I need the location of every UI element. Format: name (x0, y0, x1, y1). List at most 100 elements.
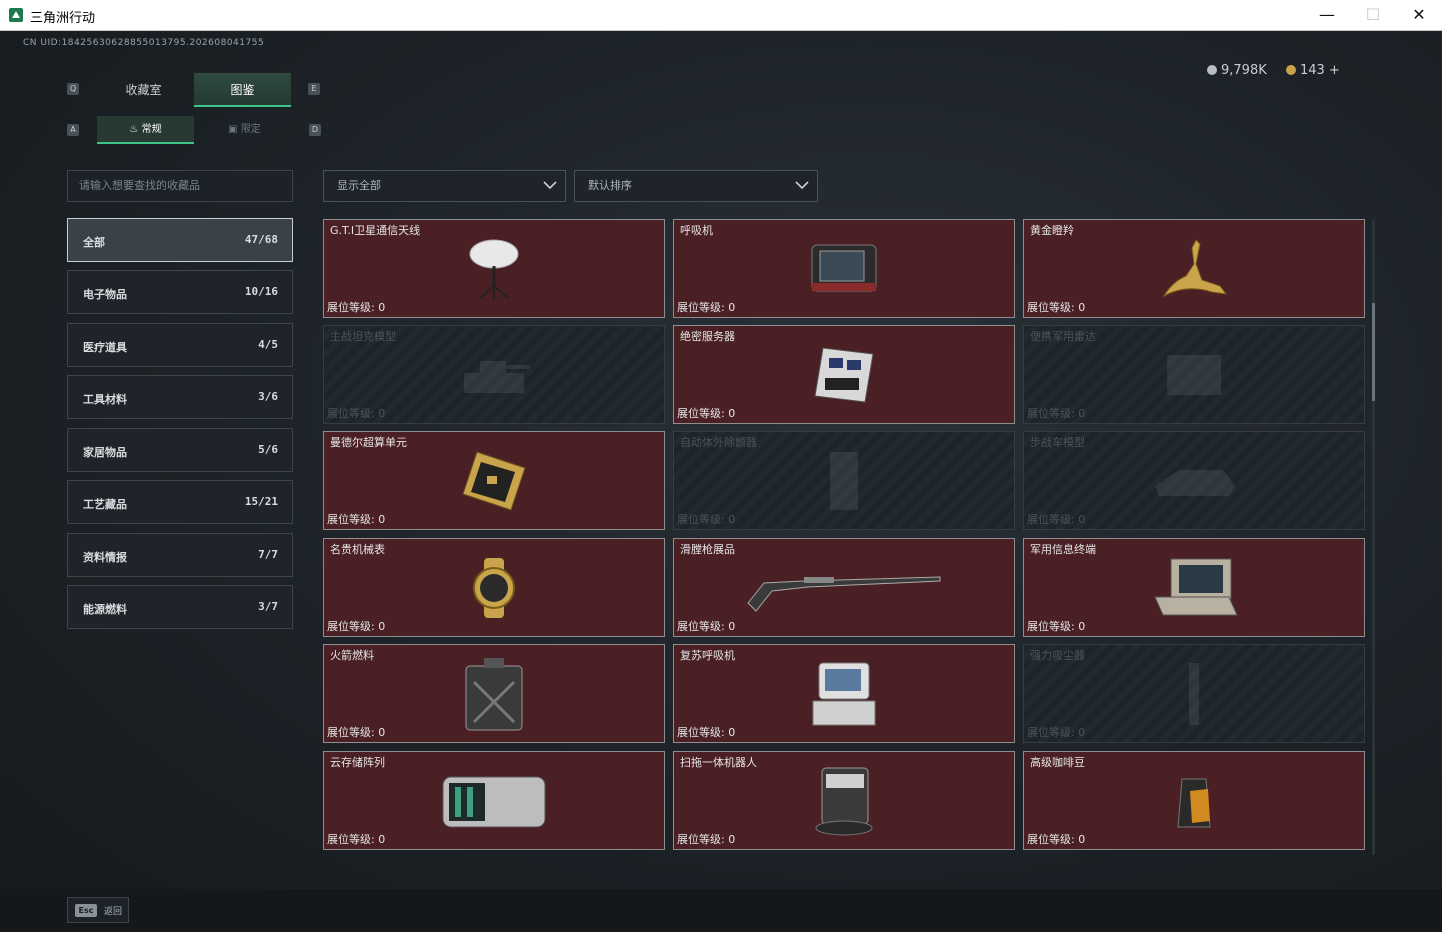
item-name: 军用信息终端 (1030, 543, 1096, 556)
item-name: G.T.I卫星通信天线 (330, 224, 421, 237)
item-card[interactable]: 强力吸尘器 展位等级: 0 (1023, 644, 1365, 743)
category-intel[interactable]: 资料情报 7/7 (67, 533, 293, 577)
item-name: 步战车模型 (1030, 436, 1085, 449)
coffee-bag-icon (1177, 778, 1211, 827)
item-card[interactable]: 曼德尔超算单元 展位等级: 0 (323, 431, 665, 530)
category-medical[interactable]: 医疗道具 4/5 (67, 323, 293, 367)
fuel-can-icon (465, 657, 523, 730)
item-card[interactable]: 云存储阵列 展位等级: 0 (323, 751, 665, 850)
silver-coin-icon (1207, 65, 1217, 75)
category-count: 15/21 (244, 495, 278, 508)
display-filter-dropdown[interactable]: 显示全部 (323, 170, 566, 202)
item-name: 复苏呼吸机 (680, 649, 735, 662)
item-card[interactable]: 扫拖一体机器人 展位等级: 0 (673, 751, 1015, 850)
category-count: 10/16 (244, 285, 278, 298)
item-name: 便携军用雷达 (1030, 330, 1096, 343)
game-viewport: CN UID:18425630628855013795.202608041755… (0, 31, 1442, 932)
category-electronics[interactable]: 电子物品 10/16 (67, 270, 293, 314)
category-all[interactable]: 全部 47/68 (67, 218, 293, 262)
item-name: 呼吸机 (680, 224, 713, 237)
item-card[interactable]: 名贵机械表 展位等级: 0 (323, 538, 665, 637)
item-display-level: 展位等级: 0 (1027, 726, 1086, 739)
tab-next-key-hint: E (308, 83, 320, 95)
item-name: 自动体外除颤器 (680, 436, 757, 449)
display-filter-value: 显示全部 (337, 179, 381, 192)
gold-gazelle-icon (1162, 238, 1228, 297)
item-display-level: 展位等级: 0 (1027, 620, 1086, 633)
category-count: 4/5 (258, 338, 278, 351)
maximize-button[interactable]: ☐ (1350, 0, 1396, 30)
back-button[interactable]: Esc 返回 (67, 897, 129, 923)
resuscitator-icon (812, 662, 876, 725)
storage-array-icon (442, 776, 546, 827)
item-name: 黄金瞪羚 (1030, 224, 1074, 237)
category-crafts[interactable]: 工艺藏品 15/21 (67, 480, 293, 524)
subtab-regular[interactable]: ♨ 常规 (97, 116, 194, 144)
grid-scrollbar[interactable] (1372, 219, 1375, 855)
category-count: 5/6 (258, 443, 278, 456)
category-tools[interactable]: 工具材料 3/6 (67, 375, 293, 419)
subtab-next-key-hint: D (309, 124, 321, 136)
item-card[interactable]: G.T.I卫星通信天线 展位等级: 0 (323, 219, 665, 318)
item-display-level: 展位等级: 0 (677, 407, 736, 420)
category-energy[interactable]: 能源燃料 3/7 (67, 585, 293, 629)
category-label: 医疗道具 (83, 341, 127, 354)
tab-codex[interactable]: 图鉴 (194, 73, 291, 107)
chevron-down-icon (795, 181, 809, 190)
item-card[interactable]: 绝密服务器 展位等级: 0 (673, 325, 1015, 424)
bottom-bar (0, 889, 1442, 932)
category-label: 电子物品 (83, 288, 127, 301)
item-card[interactable]: 便携军用雷达 展位等级: 0 (1023, 325, 1365, 424)
item-name: 曼德尔超算单元 (330, 436, 407, 449)
item-name: 火箭燃料 (330, 649, 374, 662)
item-display-level: 展位等级: 0 (677, 726, 736, 739)
item-card[interactable]: 复苏呼吸机 展位等级: 0 (673, 644, 1015, 743)
player-uid: CN UID:18425630628855013795.202608041755 (23, 38, 265, 48)
search-input[interactable]: 请输入想要查找的收藏品 (67, 170, 293, 202)
item-display-level: 展位等级: 0 (1027, 833, 1086, 846)
minimize-button[interactable]: — (1304, 0, 1350, 30)
item-display-level: 展位等级: 0 (677, 833, 736, 846)
item-card[interactable]: 步战车模型 展位等级: 0 (1023, 431, 1365, 530)
sort-value: 默认排序 (588, 179, 632, 192)
item-name: 绝密服务器 (680, 330, 735, 343)
category-household[interactable]: 家居物品 5/6 (67, 428, 293, 472)
item-card[interactable]: 主战坦克模型 展位等级: 0 (323, 325, 665, 424)
item-name: 高级咖啡豆 (1030, 756, 1085, 769)
item-display-level: 展位等级: 0 (1027, 407, 1086, 420)
item-card[interactable]: 军用信息终端 展位等级: 0 (1023, 538, 1365, 637)
category-count: 47/68 (244, 233, 278, 246)
silver-currency[interactable]: 9,798K (1207, 63, 1267, 78)
sort-dropdown[interactable]: 默认排序 (574, 170, 818, 202)
item-name: 强力吸尘器 (1030, 649, 1085, 662)
server-icon (814, 346, 874, 403)
chevron-down-icon (543, 181, 557, 190)
item-display-level: 展位等级: 0 (1027, 513, 1086, 526)
tab-prev-key-hint: Q (67, 83, 79, 95)
subtab-prev-key-hint: A (67, 124, 79, 136)
item-display-level: 展位等级: 0 (327, 620, 386, 633)
item-display-level: 展位等级: 0 (327, 833, 386, 846)
category-label: 能源燃料 (83, 603, 127, 616)
close-button[interactable]: ✕ (1396, 0, 1442, 30)
gold-currency[interactable]: 143 + (1286, 63, 1340, 78)
item-card[interactable]: 滑膛枪展品 展位等级: 0 (673, 538, 1015, 637)
item-display-level: 展位等级: 0 (1027, 301, 1086, 314)
gold-coin-icon (1286, 65, 1296, 75)
app-logo-icon (9, 8, 23, 22)
scrollbar-thumb[interactable] (1372, 303, 1375, 401)
watch-icon (473, 557, 515, 618)
item-card[interactable]: 火箭燃料 展位等级: 0 (323, 644, 665, 743)
item-name: 云存储阵列 (330, 756, 385, 769)
item-card[interactable]: 高级咖啡豆 展位等级: 0 (1023, 751, 1365, 850)
window-titlebar: 三角洲行动 — ☐ ✕ (0, 0, 1442, 31)
subtab-limited[interactable]: ▣ 限定 (196, 116, 293, 144)
musket-icon (747, 575, 941, 612)
tab-collection-room[interactable]: 收藏室 (95, 73, 192, 107)
ventilator-icon (811, 244, 877, 291)
item-card[interactable]: 自动体外除颤器 展位等级: 0 (673, 431, 1015, 530)
category-label: 家居物品 (83, 446, 127, 459)
item-card[interactable]: 黄金瞪羚 展位等级: 0 (1023, 219, 1365, 318)
item-card[interactable]: 呼吸机 展位等级: 0 (673, 219, 1015, 318)
robot-vacuum-icon (815, 767, 873, 835)
